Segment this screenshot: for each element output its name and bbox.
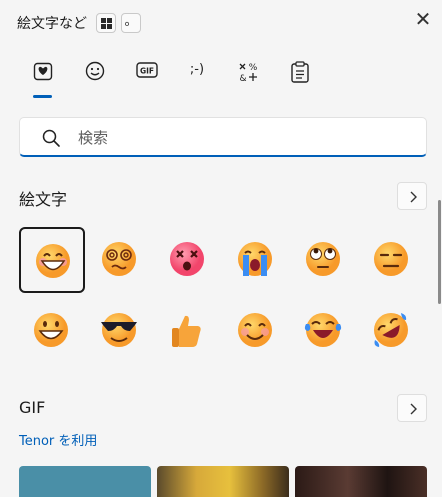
- grinning-face-icon: [34, 313, 68, 347]
- face-with-tears-of-joy-icon: [304, 313, 342, 347]
- close-button[interactable]: ✕: [410, 6, 436, 32]
- panel-title: 絵文字など: [17, 16, 87, 32]
- svg-text:&: &: [239, 74, 246, 83]
- emoji-face-with-crossed-out-eyes[interactable]: [155, 227, 221, 293]
- gif-thumbnail[interactable]: [157, 466, 289, 497]
- windows-key-icon: [96, 13, 116, 33]
- smiling-face-with-sunglasses-icon: [101, 313, 137, 347]
- emoji-smiling-face[interactable]: [223, 298, 289, 364]
- tab-active-indicator: [33, 95, 52, 98]
- gif-thumbnail[interactable]: [295, 466, 427, 497]
- emoji-expand-button[interactable]: [397, 182, 427, 210]
- grinning-face-with-big-eyes-icon: [36, 244, 70, 278]
- loudly-crying-face-icon: [238, 242, 272, 276]
- tab-gif[interactable]: GIF: [125, 56, 167, 88]
- tab-kaomoji[interactable]: ;-): [176, 56, 218, 88]
- tab-emoji[interactable]: [22, 56, 64, 88]
- kaomoji-tab-label: ;-): [189, 62, 205, 77]
- emoji-smiling-face-with-sunglasses[interactable]: [87, 298, 153, 364]
- scrollbar-thumb[interactable]: [438, 200, 441, 304]
- emoji-face-with-spiral-eyes[interactable]: [87, 227, 153, 293]
- tenor-attribution-link[interactable]: Tenor を利用: [19, 430, 97, 449]
- emoji-grinning-face[interactable]: [19, 298, 85, 364]
- chevron-right-icon: [410, 403, 417, 415]
- tab-symbols[interactable]: % &: [227, 56, 269, 88]
- rolling-on-the-floor-laughing-icon: [374, 313, 408, 347]
- face-with-rolling-eyes-icon: [306, 242, 340, 276]
- emoji-face-with-rolling-eyes[interactable]: [291, 227, 357, 293]
- svg-text:%: %: [249, 63, 258, 73]
- smiley-icon: [85, 61, 105, 81]
- emoji-panel: 絵文字など 。 ✕ GIF ;-) % & 検索 絵文字 GIF Tenor を…: [0, 0, 442, 497]
- face-with-crossed-out-eyes-icon: [170, 242, 204, 276]
- gif-icon: GIF: [136, 62, 158, 78]
- smiling-face-icon: [238, 313, 272, 347]
- chevron-right-icon: [410, 191, 417, 203]
- search-box[interactable]: [19, 117, 427, 157]
- emoji-face-with-tears-of-joy[interactable]: [291, 298, 357, 364]
- period-key: 。: [121, 13, 141, 33]
- emoji-loudly-crying-face[interactable]: [223, 227, 289, 293]
- svg-text:GIF: GIF: [140, 67, 154, 76]
- expressionless-face-icon: [374, 242, 408, 276]
- search-input[interactable]: [76, 124, 400, 152]
- emoji-rolling-on-the-floor-laughing[interactable]: [359, 298, 425, 364]
- gif-section-title: GIF: [19, 398, 46, 417]
- gif-thumbnail[interactable]: [19, 466, 151, 497]
- tab-clipboard[interactable]: [279, 56, 321, 88]
- symbols-icon: % &: [239, 63, 258, 83]
- emoji-thumbs-up[interactable]: [155, 298, 221, 364]
- emoji-expressionless-face[interactable]: [359, 227, 425, 293]
- emoji-grinning-face-with-big-eyes[interactable]: [19, 227, 85, 293]
- face-with-spiral-eyes-icon: [102, 242, 136, 276]
- heart-emoji-icon: [33, 62, 53, 81]
- emoji-section-title: 絵文字: [19, 190, 68, 209]
- clipboard-icon: [291, 61, 309, 83]
- tab-smiley[interactable]: [74, 56, 116, 88]
- gif-expand-button[interactable]: [397, 394, 427, 422]
- thumbs-up-icon: [172, 315, 201, 347]
- search-icon: [42, 129, 60, 147]
